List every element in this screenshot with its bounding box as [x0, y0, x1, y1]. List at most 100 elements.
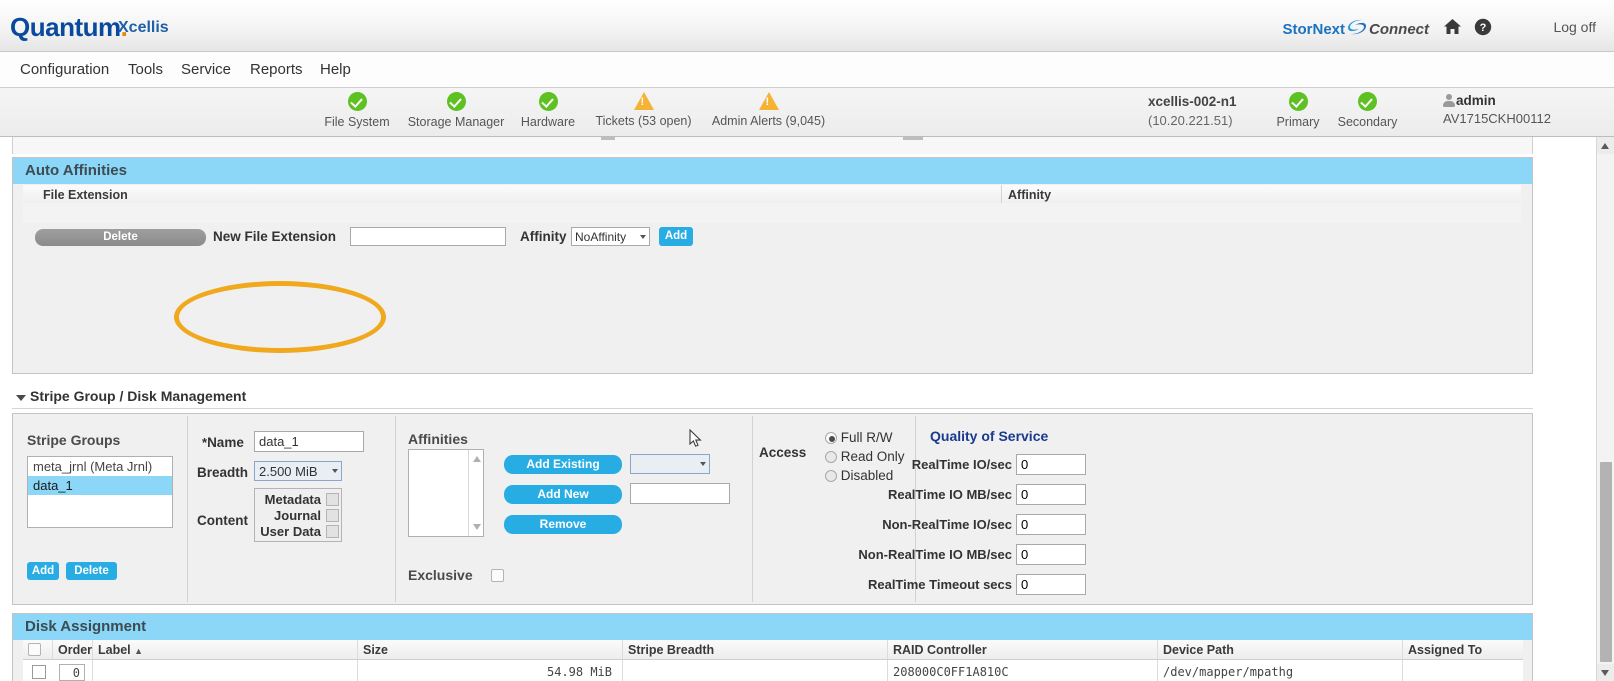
- qos-realtime-io-mb-input[interactable]: [1016, 484, 1086, 505]
- qos-non-realtime-io-input[interactable]: [1016, 514, 1086, 535]
- status-secondary[interactable]: Secondary: [1334, 92, 1401, 129]
- menu-service[interactable]: Service: [181, 61, 231, 78]
- brand-bar: Quantum. Xcellis StorNext Connect ? Log o…: [0, 0, 1614, 52]
- access-option-read-only[interactable]: Read Only: [825, 449, 905, 464]
- row-checkbox[interactable]: [32, 665, 46, 679]
- exclusive-checkbox[interactable]: [491, 569, 504, 582]
- qos-non-realtime-io-mb-input[interactable]: [1016, 544, 1086, 565]
- scroll-down-icon[interactable]: [1597, 664, 1614, 681]
- affinities-label: Affinities: [408, 431, 468, 447]
- status-storage-manager[interactable]: Storage Manager: [401, 92, 511, 129]
- system-serial: AV1715CKH00112: [1443, 111, 1551, 126]
- column-assigned-to[interactable]: Assigned To: [1403, 640, 1523, 659]
- auto-affinities-panel: Auto Affinities File Extension Affinity …: [12, 157, 1533, 374]
- quantum-logo[interactable]: Quantum.: [10, 12, 128, 43]
- add-auto-affinity-button[interactable]: Add: [659, 227, 693, 246]
- new-affinity-input[interactable]: [630, 483, 730, 504]
- column-affinity[interactable]: Affinity: [1008, 188, 1051, 202]
- svg-text:?: ?: [1480, 22, 1487, 34]
- status-hardware[interactable]: Hardware: [514, 92, 582, 129]
- stripe-groups-list[interactable]: meta_jrnl (Meta Jrnl) data_1: [27, 456, 173, 528]
- name-label-text: Name: [207, 435, 244, 450]
- content-user-data-label: User Data: [260, 524, 321, 539]
- node-ip: (10.20.221.51): [1148, 113, 1233, 128]
- cell-size: 54.98 MiB: [358, 660, 623, 681]
- status-ok-icon: [1288, 92, 1308, 111]
- breadth-select[interactable]: 2.500 MiB: [254, 461, 342, 481]
- collapse-triangle-icon[interactable]: [16, 395, 26, 401]
- cell-raid-controller: 208000C0FF1A810C: [888, 660, 1158, 681]
- radio-full-rw-icon[interactable]: [825, 432, 837, 444]
- qos-non-realtime-io-mb-label: Non-RealTime IO MB/sec: [858, 547, 1012, 562]
- scroll-down-icon[interactable]: [473, 524, 481, 530]
- affinities-list[interactable]: [408, 449, 484, 537]
- column-stripe-breadth[interactable]: Stripe Breadth: [623, 640, 888, 659]
- existing-affinity-select[interactable]: [630, 454, 710, 474]
- qos-realtime-io-label: RealTime IO/sec: [911, 457, 1012, 472]
- access-option-disabled[interactable]: Disabled: [825, 468, 893, 483]
- affinity-select[interactable]: NoAffinity: [571, 227, 650, 246]
- status-file-system[interactable]: File System: [320, 92, 394, 129]
- status-file-system-label: File System: [324, 115, 390, 129]
- auto-affinities-empty-row: [23, 203, 1521, 223]
- content-row-metadata: Metadata: [255, 492, 341, 508]
- radio-disabled-icon[interactable]: [825, 470, 837, 482]
- qos-realtime-io-input[interactable]: [1016, 454, 1086, 475]
- status-warning-icon: [633, 92, 654, 110]
- scroll-up-icon[interactable]: [1597, 137, 1614, 154]
- affinity-select-value: NoAffinity: [575, 230, 627, 244]
- status-tickets[interactable]: Tickets (53 open): [585, 92, 702, 128]
- column-size[interactable]: Size: [358, 640, 623, 659]
- column-order[interactable]: Order: [53, 640, 93, 659]
- user-block[interactable]: admin AV1715CKH00112: [1443, 93, 1551, 126]
- content-metadata-checkbox[interactable]: [326, 493, 339, 506]
- content-user-data-checkbox[interactable]: [326, 525, 339, 538]
- table-row[interactable]: 0 54.98 MiB 208000C0FF1A810C /dev/mapper…: [23, 660, 1523, 681]
- quality-of-service-box: Quality of Service RealTime IO/sec RealT…: [858, 416, 1196, 602]
- stornext-connect-link[interactable]: StorNext Connect: [1282, 18, 1429, 40]
- scrolled-top-strip: [12, 137, 1533, 154]
- menu-help[interactable]: Help: [320, 61, 351, 78]
- status-primary[interactable]: Primary: [1270, 92, 1326, 129]
- new-file-extension-input[interactable]: [350, 227, 506, 246]
- qos-realtime-timeout-input[interactable]: [1016, 574, 1086, 595]
- delete-stripe-group-button[interactable]: Delete: [66, 562, 117, 580]
- auto-affinities-form-row: Delete New File Extension Affinity NoAff…: [23, 227, 1521, 253]
- remove-affinity-button[interactable]: Remove: [504, 515, 622, 534]
- home-icon[interactable]: [1443, 18, 1462, 38]
- content-journal-checkbox[interactable]: [326, 509, 339, 522]
- qos-title: Quality of Service: [930, 428, 1049, 444]
- add-stripe-group-button[interactable]: Add: [27, 562, 59, 580]
- select-all-checkbox-cell[interactable]: [23, 640, 53, 659]
- stripe-group-item-meta-jrnl[interactable]: meta_jrnl (Meta Jrnl): [28, 457, 172, 476]
- affinities-list-scrollbar[interactable]: [468, 450, 483, 536]
- menu-tools[interactable]: Tools: [128, 61, 163, 78]
- stripe-group-item-data-1[interactable]: data_1: [28, 476, 172, 495]
- add-existing-affinity-button[interactable]: Add Existing: [504, 455, 622, 474]
- column-label[interactable]: Label ▲: [93, 640, 358, 659]
- status-admin-alerts-label: Admin Alerts (9,045): [711, 114, 826, 128]
- menu-reports[interactable]: Reports: [250, 61, 303, 78]
- select-all-checkbox[interactable]: [28, 643, 41, 656]
- column-file-extension[interactable]: File Extension: [43, 188, 128, 202]
- stripe-group-name-input[interactable]: [254, 431, 364, 452]
- menu-configuration[interactable]: Configuration: [20, 61, 109, 78]
- qos-realtime-timeout-label: RealTime Timeout secs: [867, 577, 1012, 592]
- scroll-up-icon[interactable]: [473, 456, 481, 462]
- access-option-full-rw[interactable]: Full R/W: [825, 430, 893, 445]
- delete-auto-affinity-button[interactable]: Delete: [35, 229, 206, 246]
- column-raid-controller[interactable]: RAID Controller: [888, 640, 1158, 659]
- column-label-text: Label: [98, 643, 131, 657]
- logoff-link[interactable]: Log off: [1553, 19, 1596, 35]
- status-admin-alerts[interactable]: Admin Alerts (9,045): [705, 92, 832, 128]
- radio-read-only-icon[interactable]: [825, 451, 837, 463]
- add-new-affinity-button[interactable]: Add New: [504, 485, 622, 504]
- page-scrollbar[interactable]: [1596, 137, 1614, 681]
- stripe-group-properties-box: *Name Breadth 2.500 MiB Content Metadata: [188, 416, 396, 602]
- scrollbar-thumb[interactable]: [1600, 462, 1612, 662]
- help-icon[interactable]: ?: [1474, 18, 1492, 39]
- column-device-path[interactable]: Device Path: [1158, 640, 1403, 659]
- stripe-group-section-header[interactable]: Stripe Group / Disk Management: [12, 387, 1533, 409]
- cell-assigned-to: [1403, 660, 1523, 681]
- order-input[interactable]: 0: [59, 664, 85, 681]
